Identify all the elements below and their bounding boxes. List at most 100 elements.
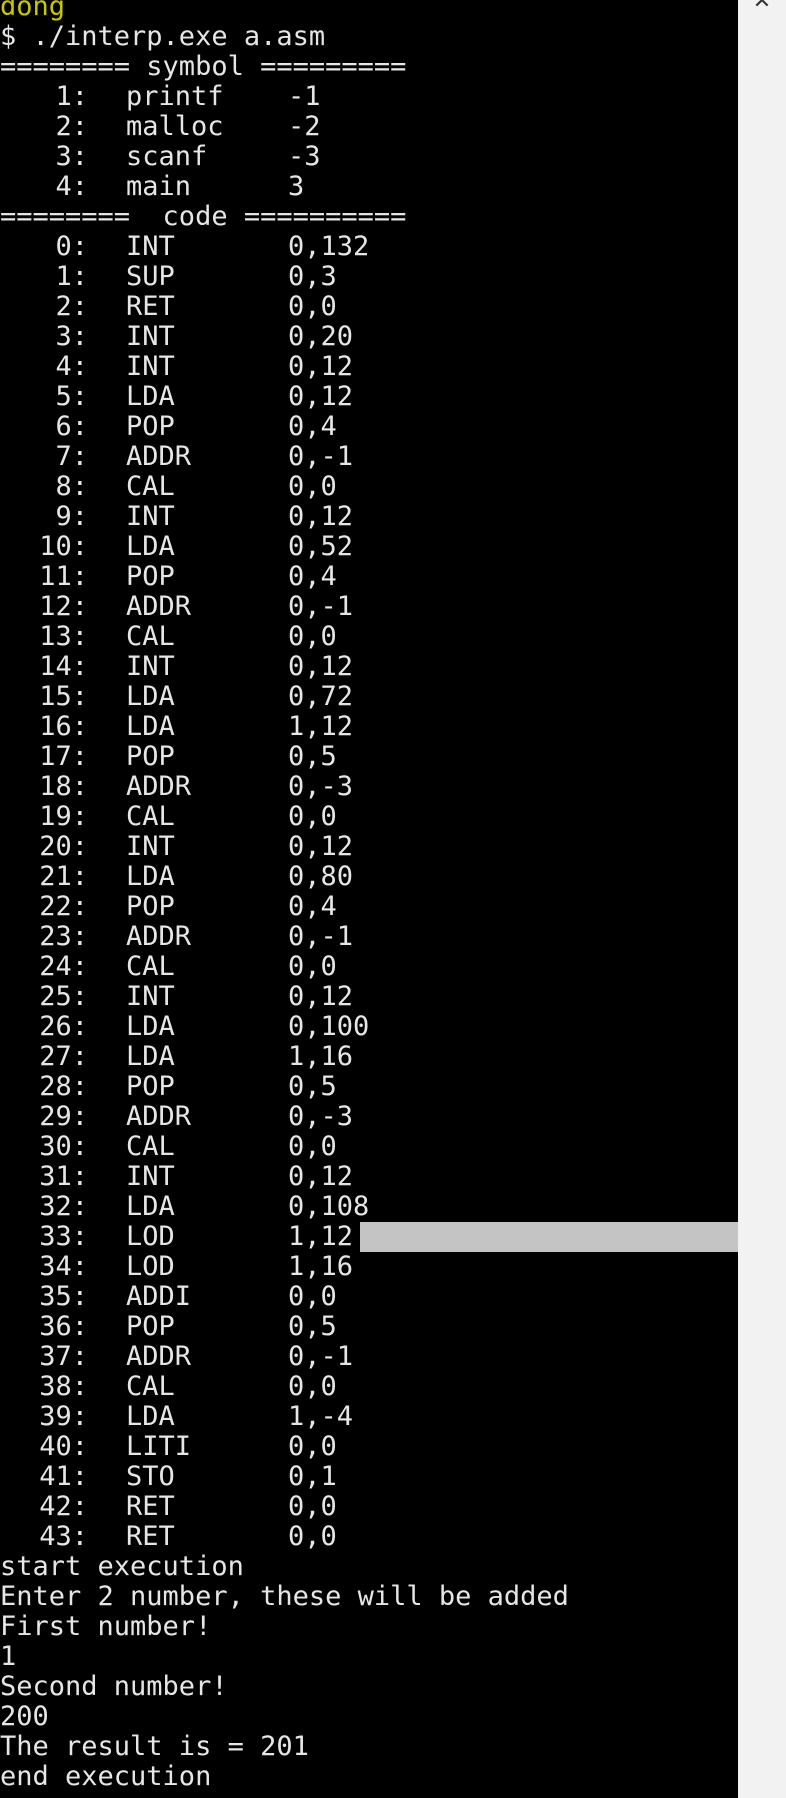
code-opcode: INT xyxy=(126,651,175,682)
code-operand: 0,12 xyxy=(288,1161,354,1192)
code-row: 39: LDA 1,-4 xyxy=(0,1402,569,1432)
code-index: 34: xyxy=(39,1251,88,1282)
close-icon[interactable]: ✕ xyxy=(750,0,774,14)
code-row: 13: CAL 0,0 xyxy=(0,622,569,652)
code-opcode: STO xyxy=(126,1461,175,1492)
code-opcode: LDA xyxy=(126,1191,175,1222)
output-line: Second number! xyxy=(0,1671,228,1702)
code-row: 40: LITI 0,0 xyxy=(0,1432,569,1462)
code-opcode: RET xyxy=(126,291,175,322)
code-opcode: CAL xyxy=(126,1131,175,1162)
code-operand: 1,16 xyxy=(288,1041,354,1072)
code-index: 13: xyxy=(39,621,88,652)
code-operand: 0,0 xyxy=(288,1131,337,1162)
code-row: 32: LDA 0,108 xyxy=(0,1192,569,1222)
code-operand: 0,0 xyxy=(288,1521,337,1552)
code-opcode: INT xyxy=(126,231,175,262)
code-operand: 0,100 xyxy=(288,1011,370,1042)
code-opcode: ADDR xyxy=(126,771,192,802)
code-row: 12: ADDR 0,-1 xyxy=(0,592,569,622)
code-operand: 0,4 xyxy=(288,891,337,922)
code-row: 10: LDA 0,52 xyxy=(0,532,569,562)
code-index: 4: xyxy=(55,351,88,382)
code-row: 24: CAL 0,0 xyxy=(0,952,569,982)
terminal-window[interactable]: dong $ ./interp.exe a.asm ======== symbo… xyxy=(0,0,738,1798)
code-opcode: RET xyxy=(126,1521,175,1552)
code-row: 4: INT 0,12 xyxy=(0,352,569,382)
code-index: 42: xyxy=(39,1491,88,1522)
code-row: 14: INT 0,12 xyxy=(0,652,569,682)
code-opcode: POP xyxy=(126,1071,175,1102)
code-opcode: LITI xyxy=(126,1431,192,1462)
code-opcode: POP xyxy=(126,891,175,922)
code-index: 16: xyxy=(39,711,88,742)
code-operand: 0,5 xyxy=(288,741,337,772)
code-row: 43: RET 0,0 xyxy=(0,1522,569,1552)
code-row: 17: POP 0,5 xyxy=(0,742,569,772)
code-operand: 0,0 xyxy=(288,1371,337,1402)
code-index: 8: xyxy=(55,471,88,502)
code-row: 31: INT 0,12 xyxy=(0,1162,569,1192)
symbol-row: 4: main 3 xyxy=(0,172,569,202)
code-index: 19: xyxy=(39,801,88,832)
code-row: 20: INT 0,12 xyxy=(0,832,569,862)
code-operand: 0,-1 xyxy=(288,591,354,622)
code-operand: 0,-1 xyxy=(288,921,354,952)
code-operand: 0,0 xyxy=(288,1431,337,1462)
code-operand: 1,16 xyxy=(288,1251,354,1282)
code-operand: 0,52 xyxy=(288,531,354,562)
symbol-index: 4: xyxy=(55,171,88,202)
code-opcode: LDA xyxy=(126,381,175,412)
code-index: 26: xyxy=(39,1011,88,1042)
code-index: 23: xyxy=(39,921,88,952)
code-index: 10: xyxy=(39,531,88,562)
code-index: 39: xyxy=(39,1401,88,1432)
code-opcode: LDA xyxy=(126,1041,175,1072)
code-operand: 0,0 xyxy=(288,1281,337,1312)
code-row: 5: LDA 0,12 xyxy=(0,382,569,412)
code-opcode: CAL xyxy=(126,801,175,832)
symbol-row: 3: scanf -3 xyxy=(0,142,569,172)
code-row: 11: POP 0,4 xyxy=(0,562,569,592)
output-line: start execution xyxy=(0,1551,244,1582)
code-opcode: ADDI xyxy=(126,1281,192,1312)
code-index: 27: xyxy=(39,1041,88,1072)
code-opcode: LOD xyxy=(126,1251,175,1282)
code-index: 32: xyxy=(39,1191,88,1222)
code-opcode: LDA xyxy=(126,1011,175,1042)
symbol-value: -2 xyxy=(288,111,321,142)
code-opcode: POP xyxy=(126,1311,175,1342)
code-row: 34: LOD 1,16 xyxy=(0,1252,569,1282)
code-operand: 0,4 xyxy=(288,411,337,442)
code-index: 40: xyxy=(39,1431,88,1462)
code-index: 24: xyxy=(39,951,88,982)
code-index: 9: xyxy=(55,501,88,532)
code-row: 15: LDA 0,72 xyxy=(0,682,569,712)
code-index: 30: xyxy=(39,1131,88,1162)
code-index: 3: xyxy=(55,321,88,352)
code-index: 17: xyxy=(39,741,88,772)
symbol-row: 2: malloc -2 xyxy=(0,112,569,142)
code-index: 20: xyxy=(39,831,88,862)
code-operand: 0,-1 xyxy=(288,441,354,472)
code-index: 37: xyxy=(39,1341,88,1372)
symbol-index: 2: xyxy=(55,111,88,142)
code-opcode: CAL xyxy=(126,471,175,502)
code-index: 25: xyxy=(39,981,88,1012)
code-row: 21: LDA 0,80 xyxy=(0,862,569,892)
code-row: 37: ADDR 0,-1 xyxy=(0,1342,569,1372)
terminal-output: dong $ ./interp.exe a.asm ======== symbo… xyxy=(0,0,738,1792)
code-opcode: INT xyxy=(126,501,175,532)
code-row: 2: RET 0,0 xyxy=(0,292,569,322)
code-operand: 0,5 xyxy=(288,1311,337,1342)
code-opcode: INT xyxy=(126,1161,175,1192)
code-index: 6: xyxy=(55,411,88,442)
code-opcode: LDA xyxy=(126,1401,175,1432)
output-line: The result is = 201 xyxy=(0,1731,309,1762)
code-row: 35: ADDI 0,0 xyxy=(0,1282,569,1312)
code-row: 18: ADDR 0,-3 xyxy=(0,772,569,802)
code-index: 12: xyxy=(39,591,88,622)
code-operand: 0,0 xyxy=(288,471,337,502)
symbol-name: scanf xyxy=(126,141,208,172)
vertical-scrollbar[interactable]: ✕ xyxy=(738,0,786,1798)
